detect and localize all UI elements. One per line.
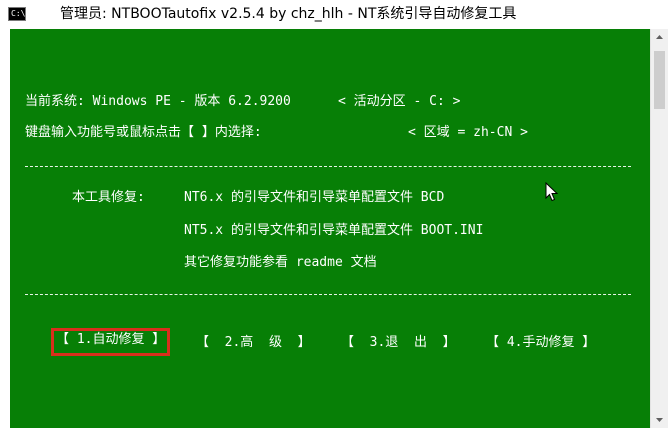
advanced-button[interactable]: 【 2.高 级 】 bbox=[196, 331, 311, 355]
console-app-icon[interactable]: C:\ bbox=[8, 7, 26, 21]
separator-bottom bbox=[25, 294, 631, 295]
title-bar[interactable]: C:\ 管理员: NTBOOTautofix v2.5.4 by chz_hlh… bbox=[0, 0, 668, 29]
console-window: C:\ 管理员: NTBOOTautofix v2.5.4 by chz_hlh… bbox=[0, 0, 668, 435]
console-area: 当前系统: Windows PE - 版本 6.2.9200 < 活动分区 - … bbox=[10, 29, 650, 428]
auto-repair-button[interactable]: 【 1.自动修复 】 bbox=[51, 328, 171, 356]
scroll-down-arrow-icon[interactable] bbox=[651, 411, 668, 428]
info-line-nt5: NT5.x 的引导文件和引导菜单配置文件 BOOT.INI bbox=[184, 223, 484, 238]
window-bottom-border bbox=[0, 428, 668, 435]
info-line-nt6: NT6.x 的引导文件和引导菜单配置文件 BCD bbox=[184, 190, 445, 205]
scroll-up-arrow-icon[interactable] bbox=[651, 29, 668, 46]
active-partition-text: < 活动分区 - C: > bbox=[338, 94, 461, 109]
separator-top bbox=[25, 166, 631, 167]
intro-label: 本工具修复: bbox=[72, 190, 145, 205]
current-system-text: 当前系统: Windows PE - 版本 6.2.9200 bbox=[25, 94, 291, 109]
manual-repair-button[interactable]: 【 4.手动修复 】 bbox=[486, 331, 595, 355]
vertical-scrollbar[interactable] bbox=[650, 29, 668, 428]
exit-button[interactable]: 【 3.退 出 】 bbox=[341, 331, 456, 355]
locale-text: < 区域 = zh-CN > bbox=[408, 125, 528, 140]
window-title: 管理员: NTBOOTautofix v2.5.4 by chz_hlh - N… bbox=[60, 6, 517, 22]
scroll-thumb[interactable] bbox=[654, 51, 665, 109]
window-left-border bbox=[0, 29, 10, 428]
selection-prompt: 键盘输入功能号或鼠标点击【 】内选择: bbox=[25, 125, 262, 140]
info-line-readme: 其它修复功能参看 readme 文档 bbox=[184, 255, 377, 270]
mouse-cursor-icon bbox=[545, 182, 559, 202]
